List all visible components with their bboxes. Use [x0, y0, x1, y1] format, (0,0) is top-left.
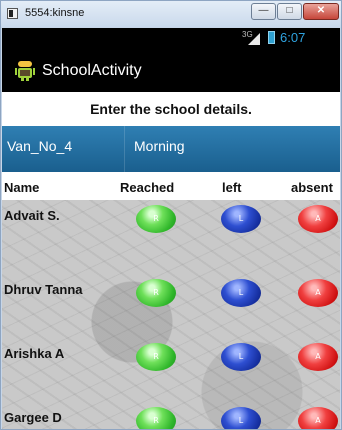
student-name: Advait S.	[4, 208, 60, 223]
android-screen: 3G 6:07 SchoolActivity Enter the school …	[2, 28, 340, 429]
emulator-window: 5554:kinsne — □ ✕ 3G 6:07 SchoolActivity	[0, 0, 342, 430]
shift-spinner[interactable]: Morning	[134, 138, 185, 154]
left-button[interactable]: L	[221, 407, 261, 429]
student-row: Dhruv Tanna R L A	[2, 277, 340, 323]
reached-button[interactable]: R	[136, 343, 176, 371]
column-left: left	[222, 180, 242, 195]
student-row: Advait S. R L A	[2, 203, 340, 249]
status-bar: 3G 6:07	[2, 28, 340, 48]
app-title: SchoolActivity	[42, 62, 142, 79]
column-absent: absent	[291, 180, 333, 195]
absent-button[interactable]: A	[298, 279, 338, 307]
emulator-window-icon	[7, 8, 18, 19]
student-name: Arishka A	[4, 346, 65, 361]
page-heading: Enter the school details.	[90, 101, 252, 117]
absent-button[interactable]: A	[298, 343, 338, 371]
reached-button[interactable]: R	[136, 407, 176, 429]
maximize-button[interactable]: □	[277, 3, 302, 20]
left-button[interactable]: L	[221, 279, 261, 307]
column-name: Name	[4, 180, 40, 195]
status-time: 6:07	[280, 30, 306, 45]
student-name: Dhruv Tanna	[4, 282, 83, 297]
absent-button[interactable]: A	[298, 205, 338, 233]
student-row: Arishka A R L A	[2, 341, 340, 387]
android-icon	[15, 61, 35, 81]
window-titlebar[interactable]: 5554:kinsne — □ ✕	[1, 1, 341, 27]
left-button[interactable]: L	[221, 343, 261, 371]
student-name: Gargee D	[4, 410, 62, 425]
column-reached: Reached	[120, 180, 175, 195]
close-button[interactable]: ✕	[303, 3, 339, 20]
signal-icon	[248, 33, 260, 45]
van-spinner[interactable]: Van_No_4	[7, 138, 72, 154]
student-row: Gargee D R L A	[2, 405, 340, 429]
reached-button[interactable]: R	[136, 279, 176, 307]
selection-band: Van_No_4 Morning	[2, 126, 340, 172]
minimize-button[interactable]: —	[251, 3, 276, 20]
school-content: Enter the school details. Van_No_4 Morni…	[2, 92, 340, 429]
window-title: 5554:kinsne	[25, 7, 85, 19]
action-bar: SchoolActivity	[2, 48, 340, 92]
left-button[interactable]: L	[221, 205, 261, 233]
column-header: Name Reached left absent	[2, 172, 340, 200]
absent-button[interactable]: A	[298, 407, 338, 429]
header-band: Enter the school details.	[2, 92, 340, 126]
spinner-divider	[124, 126, 125, 172]
battery-icon	[268, 31, 275, 44]
reached-button[interactable]: R	[136, 205, 176, 233]
